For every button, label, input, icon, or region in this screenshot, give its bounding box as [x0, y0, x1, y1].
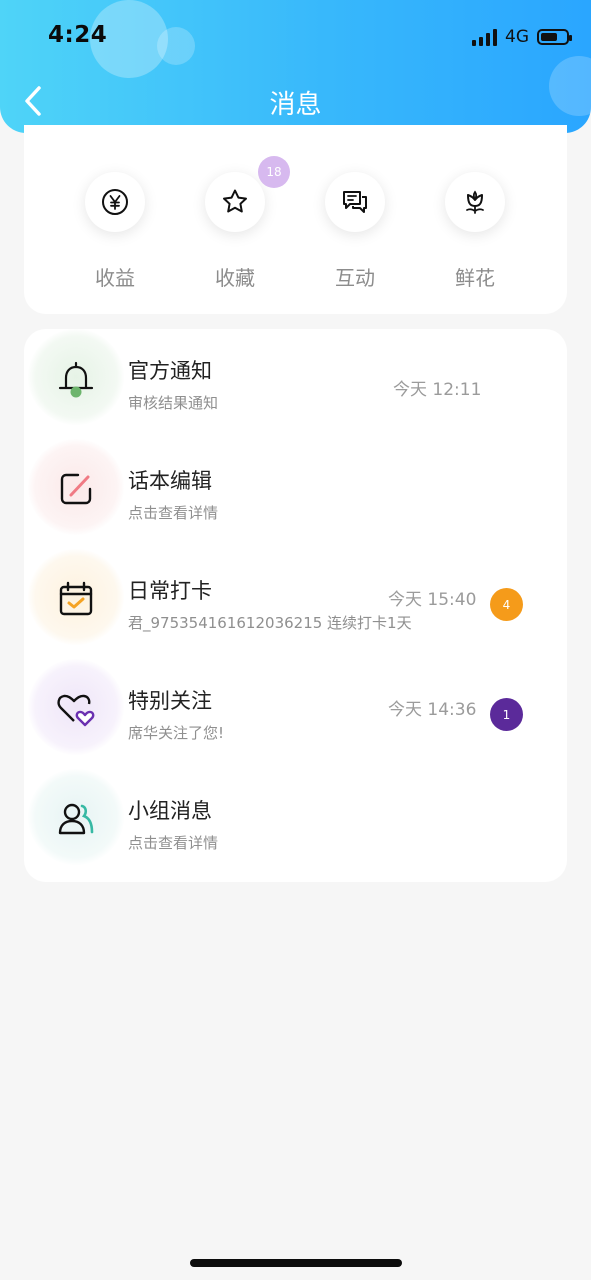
- list-item-group-messages[interactable]: 小组消息 点击查看详情: [24, 769, 567, 879]
- message-title: 特别关注: [128, 689, 212, 713]
- flower-icon: [466, 190, 484, 214]
- network-type: 4G: [505, 27, 529, 47]
- message-list: 官方通知 审核结果通知 今天 12:11 话本编辑 点击查看详情 日常打卡 君_…: [24, 329, 567, 882]
- message-time: 今天 14:36: [388, 700, 477, 720]
- category-flowers[interactable]: 鲜花: [445, 172, 505, 290]
- home-indicator[interactable]: [190, 1259, 402, 1267]
- message-subtitle: 点击查看详情: [128, 504, 219, 522]
- status-icons: 4G: [472, 27, 572, 47]
- category-label: 互动: [335, 266, 375, 290]
- message-time: 今天 15:40: [388, 590, 477, 610]
- category-favorites[interactable]: 收藏: [205, 172, 265, 290]
- message-title: 话本编辑: [128, 469, 212, 493]
- star-icon: [223, 189, 247, 213]
- message-title: 官方通知: [128, 359, 212, 383]
- group-icon: [58, 803, 94, 835]
- message-subtitle: 点击查看详情: [128, 834, 219, 852]
- calendar-check-icon: [59, 581, 93, 616]
- hearts-icon: [57, 694, 95, 727]
- edit-icon: [60, 473, 92, 505]
- message-title: 小组消息: [128, 799, 212, 823]
- message-title: 日常打卡: [128, 579, 212, 603]
- message-time: 今天 12:11: [393, 380, 482, 400]
- category-label: 收益: [95, 266, 135, 290]
- message-subtitle: 席华关注了您!: [128, 724, 225, 742]
- decor-bubble: [157, 27, 195, 65]
- list-item-official-notice[interactable]: 官方通知 审核结果通知 今天 12:11: [24, 329, 567, 439]
- list-item-script-editing[interactable]: 话本编辑 点击查看详情: [24, 439, 567, 549]
- status-time: 4:24: [48, 22, 108, 48]
- bell-icon: [58, 361, 94, 398]
- chat-icon: [343, 191, 367, 213]
- category-label: 收藏: [215, 266, 255, 290]
- favorites-count-badge: 18: [258, 156, 290, 188]
- message-subtitle: 君_975354161612036215 连续打卡1天: [128, 614, 412, 632]
- signal-icon: [472, 28, 497, 46]
- category-interaction[interactable]: 互动: [325, 172, 385, 290]
- page-title: 消息: [269, 90, 322, 120]
- header-bar: 4:24 4G 消息: [0, 0, 591, 133]
- battery-icon: [537, 29, 572, 45]
- category-card: 收益 收藏 互动 鲜花: [24, 125, 567, 314]
- category-earnings[interactable]: 收益: [85, 172, 145, 290]
- yen-icon: [102, 189, 128, 215]
- list-item-daily-checkin[interactable]: 日常打卡 君_975354161612036215 连续打卡1天 今天 15:4…: [24, 549, 567, 659]
- unread-count-badge: 4: [490, 588, 523, 621]
- unread-count-badge: 1: [490, 698, 523, 731]
- list-item-special-follow[interactable]: 特别关注 席华关注了您! 今天 14:36 1: [24, 659, 567, 769]
- category-label: 鲜花: [455, 266, 495, 290]
- message-subtitle: 审核结果通知: [128, 394, 219, 412]
